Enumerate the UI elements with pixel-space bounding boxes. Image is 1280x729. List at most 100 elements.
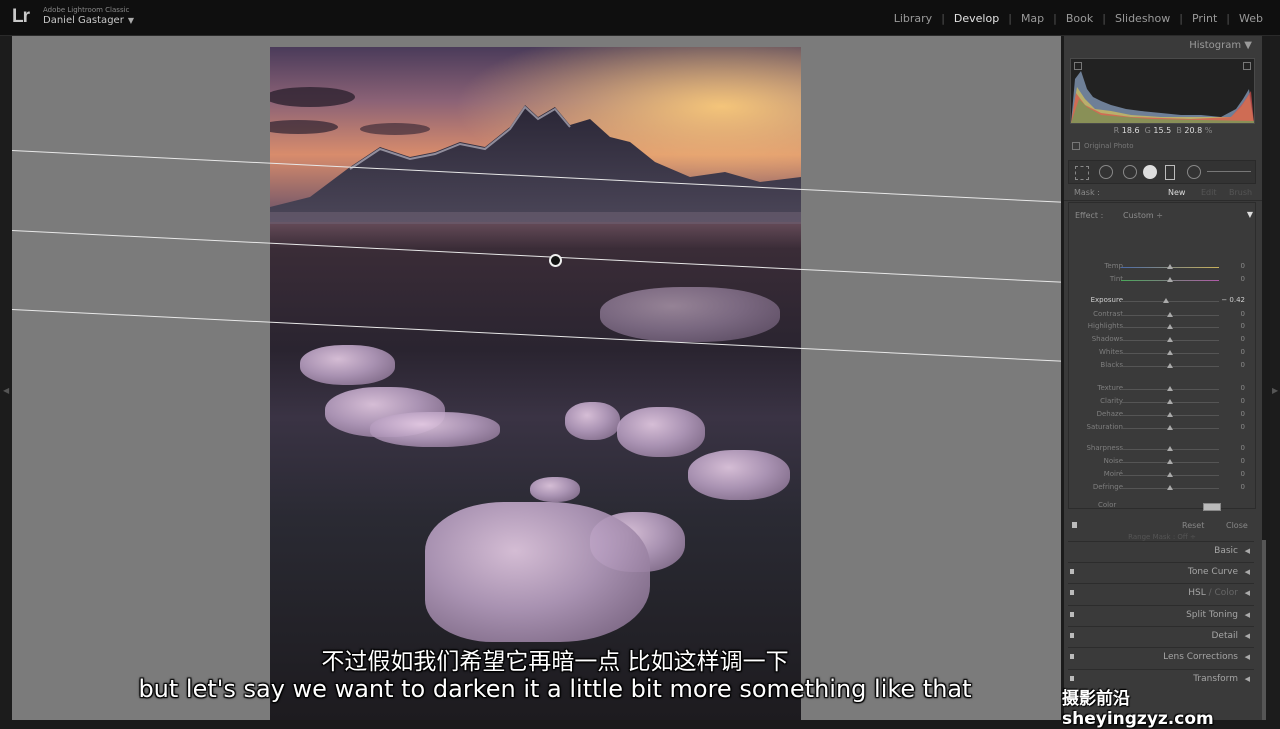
module-slideshow[interactable]: Slideshow [1106, 12, 1179, 25]
slider-thumb[interactable] [1163, 298, 1170, 303]
tool-strip [1068, 160, 1256, 184]
slider-value[interactable]: 0 [1241, 335, 1245, 343]
right-panel-edge[interactable]: ▶ [1270, 36, 1280, 720]
slider-value[interactable]: 0 [1241, 470, 1245, 478]
expand-triangle-icon: ◀ [1244, 568, 1250, 576]
photo-preview[interactable] [270, 47, 801, 720]
histogram-header[interactable]: Histogram ▼ [1064, 36, 1262, 56]
slider-thumb[interactable] [1167, 425, 1173, 430]
module-print[interactable]: Print [1183, 12, 1226, 25]
section-tone-curve[interactable]: Tone Curve ◀ [1068, 562, 1254, 582]
identity-plate[interactable]: Daniel Gastager ▼ [43, 15, 134, 26]
red-eye-tool-icon[interactable] [1123, 165, 1137, 179]
slider-value[interactable]: 0 [1241, 423, 1245, 431]
mask-new-button[interactable]: New [1168, 188, 1185, 197]
slider-thumb[interactable] [1167, 324, 1173, 329]
slider-value[interactable]: 0 [1241, 483, 1245, 491]
section-hsl-color[interactable]: HSL / Color ◀ [1068, 583, 1254, 603]
slider-moir[interactable]: Moiré 0 [1069, 469, 1255, 481]
slider-value[interactable]: 0 [1241, 410, 1245, 418]
slider-value[interactable]: 0 [1241, 310, 1245, 318]
slider-clarity[interactable]: Clarity 0 [1069, 396, 1255, 408]
disclosure-triangle-icon[interactable]: ▼ [1247, 210, 1253, 219]
slider-value[interactable]: 0 [1241, 348, 1245, 356]
slider-shadows[interactable]: Shadows 0 [1069, 334, 1255, 346]
slider-track[interactable] [1121, 301, 1219, 302]
slider-exposure[interactable]: Exposure − 0.42 [1069, 295, 1255, 307]
reset-button[interactable]: Reset [1182, 521, 1204, 530]
range-mask-dropdown[interactable]: Range Mask : Off ÷ [1069, 533, 1255, 541]
hsl-tab[interactable]: HSL [1188, 588, 1206, 598]
slider-value[interactable]: 0 [1241, 322, 1245, 330]
panel-switch-icon[interactable] [1070, 612, 1074, 617]
slider-thumb[interactable] [1167, 363, 1173, 368]
slider-value[interactable]: 0 [1241, 275, 1245, 283]
section-split-toning[interactable]: Split Toning ◀ [1068, 605, 1254, 625]
crop-tool-icon[interactable] [1075, 166, 1089, 180]
module-map[interactable]: Map [1012, 12, 1053, 25]
slider-sharpness[interactable]: Sharpness 0 [1069, 443, 1255, 455]
slider-thumb[interactable] [1167, 412, 1173, 417]
adjustment-brush-tool-icon[interactable] [1187, 165, 1201, 179]
graduated-filter-pin[interactable] [549, 254, 562, 267]
checkbox-icon[interactable] [1072, 142, 1080, 150]
slider-thumb[interactable] [1167, 472, 1173, 477]
color-tab[interactable]: Color [1215, 588, 1239, 598]
module-book[interactable]: Book [1057, 12, 1102, 25]
color-swatch[interactable] [1203, 503, 1221, 511]
slider-value[interactable]: 0 [1241, 397, 1245, 405]
module-library[interactable]: Library [885, 12, 941, 25]
slider-tint[interactable]: Tint 0 [1069, 274, 1255, 286]
slider-contrast[interactable]: Contrast 0 [1069, 309, 1255, 321]
slider-thumb[interactable] [1167, 485, 1173, 490]
spot-removal-tool-icon[interactable] [1099, 165, 1113, 179]
slider-dehaze[interactable]: Dehaze 0 [1069, 409, 1255, 421]
slider-temp[interactable]: Temp 0 [1069, 261, 1255, 273]
panel-switch-icon[interactable] [1070, 633, 1074, 638]
slider-thumb[interactable] [1167, 399, 1173, 404]
slider-saturation[interactable]: Saturation 0 [1069, 422, 1255, 434]
expand-left-icon[interactable]: ◀ [3, 386, 9, 395]
slider-value[interactable]: 0 [1241, 457, 1245, 465]
slider-thumb[interactable] [1167, 386, 1173, 391]
slider-thumb[interactable] [1167, 312, 1173, 317]
histogram[interactable] [1070, 58, 1255, 124]
image-canvas[interactable] [12, 36, 1061, 720]
slider-highlights[interactable]: Highlights 0 [1069, 321, 1255, 333]
graduated-filter-tool-icon[interactable] [1143, 165, 1157, 179]
panel-switch-icon[interactable] [1072, 522, 1077, 528]
slider-thumb[interactable] [1167, 337, 1173, 342]
expand-right-icon[interactable]: ▶ [1272, 386, 1278, 395]
panel-switch-icon[interactable] [1070, 569, 1074, 574]
radial-filter-tool-icon[interactable] [1165, 165, 1175, 180]
slider-noise[interactable]: Noise 0 [1069, 456, 1255, 468]
slider-thumb[interactable] [1167, 350, 1173, 355]
effect-preset-dropdown[interactable]: Custom ÷ [1123, 211, 1163, 220]
left-panel-collapsed[interactable]: ◀ [0, 36, 12, 720]
slider-value[interactable]: 0 [1241, 384, 1245, 392]
module-web[interactable]: Web [1230, 12, 1272, 25]
slider-thumb[interactable] [1167, 277, 1173, 282]
mask-edit-button[interactable]: Edit [1201, 188, 1217, 197]
mask-brush-button[interactable]: Brush [1229, 188, 1252, 197]
shadow-clipping-indicator[interactable] [1074, 62, 1082, 70]
module-develop[interactable]: Develop [945, 12, 1008, 25]
slider-whites[interactable]: Whites 0 [1069, 347, 1255, 359]
slider-texture[interactable]: Texture 0 [1069, 383, 1255, 395]
section-label: Transform [1193, 674, 1238, 684]
slider-defringe[interactable]: Defringe 0 [1069, 482, 1255, 494]
original-photo-toggle[interactable]: Original Photo [1072, 142, 1134, 150]
panel-switch-icon[interactable] [1070, 590, 1074, 595]
highlight-clipping-indicator[interactable] [1243, 62, 1251, 70]
slider-value[interactable]: 0 [1241, 444, 1245, 452]
slider-thumb[interactable] [1167, 264, 1173, 269]
slider-value[interactable]: − 0.42 [1221, 296, 1245, 304]
slider-thumb[interactable] [1167, 459, 1173, 464]
section-basic[interactable]: Basic ◀ [1068, 541, 1254, 561]
slider-value[interactable]: 0 [1241, 361, 1245, 369]
close-button[interactable]: Close [1226, 521, 1248, 530]
tool-slider[interactable] [1207, 171, 1251, 172]
slider-blacks[interactable]: Blacks 0 [1069, 360, 1255, 372]
slider-value[interactable]: 0 [1241, 262, 1245, 270]
slider-thumb[interactable] [1167, 446, 1173, 451]
